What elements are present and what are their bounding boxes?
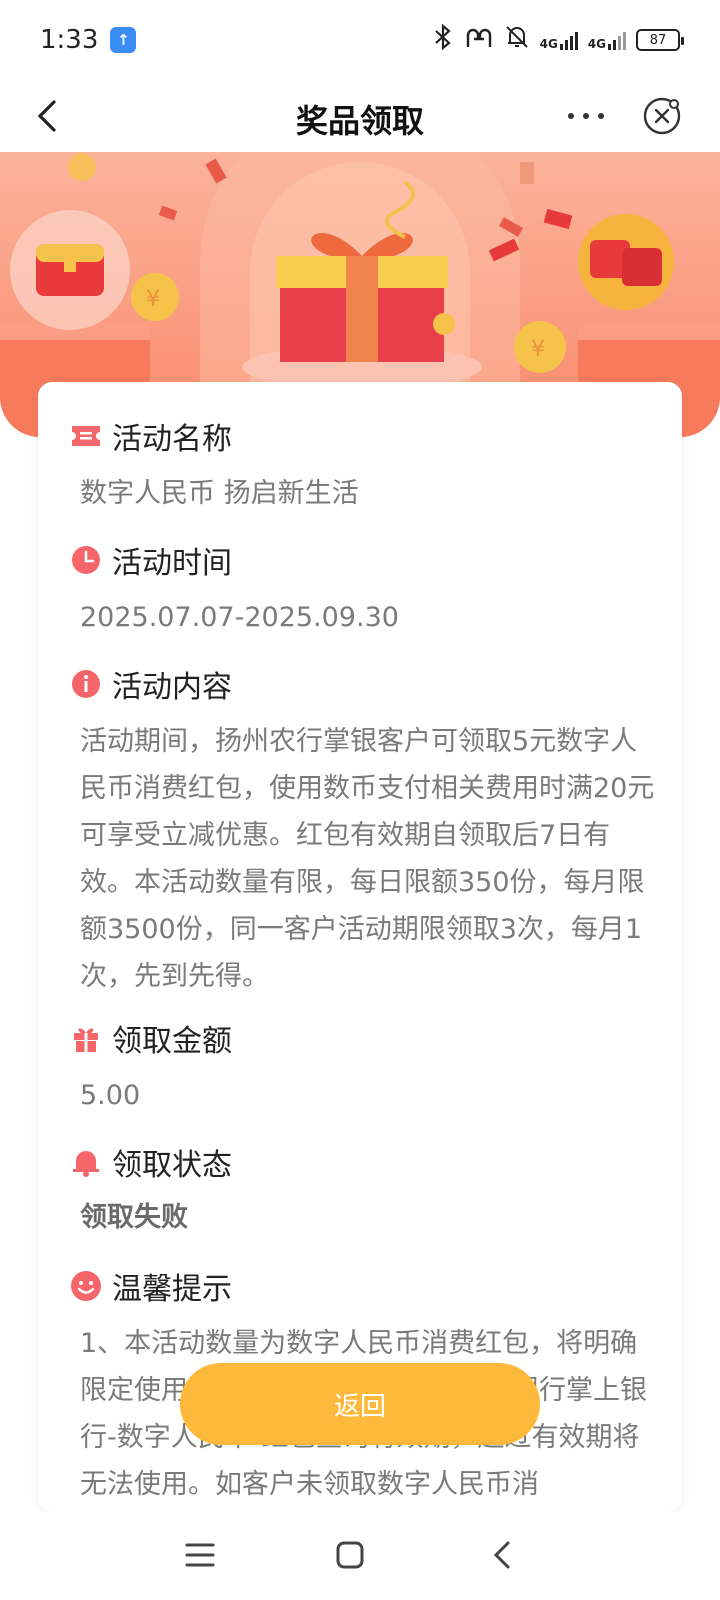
section-title: 领取金额 xyxy=(112,1024,232,1059)
earbuds-icon xyxy=(464,25,494,55)
status-icons: 4G 4G 87 xyxy=(432,23,684,56)
section-tips: 温馨提示 xyxy=(70,1264,232,1308)
clock-icon xyxy=(70,544,102,576)
section-claim-amount: 领取金额 xyxy=(70,1016,232,1060)
network-type-1: 4G xyxy=(539,37,558,51)
section-title: 温馨提示 xyxy=(112,1272,232,1307)
section-title: 活动时间 xyxy=(112,546,232,581)
activity-time-value: 2025.07.07-2025.09.30 xyxy=(80,602,399,633)
activity-name-value: 数字人民币 扬启新生活 xyxy=(80,478,359,509)
status-time: 1:33 xyxy=(40,25,99,55)
more-options-icon[interactable] xyxy=(556,94,616,138)
home-icon[interactable] xyxy=(325,1530,375,1580)
gift-icon xyxy=(70,1022,102,1054)
battery-icon: 87 xyxy=(636,29,684,51)
bell-icon xyxy=(70,1146,102,1178)
section-title: 活动内容 xyxy=(112,670,232,705)
nav-bar: 奖品领取 xyxy=(0,80,720,152)
status-bar: 1:33 ↑ 4G 4G 87 xyxy=(0,0,720,80)
section-activity-name: 活动名称 xyxy=(70,414,232,458)
section-activity-content: 活动内容 xyxy=(70,662,232,706)
close-miniapp-icon[interactable] xyxy=(642,96,682,136)
bluetooth-icon xyxy=(432,23,454,56)
section-activity-time: 活动时间 xyxy=(70,538,232,582)
return-button[interactable]: 返回 xyxy=(180,1363,540,1445)
network-type-2: 4G xyxy=(587,37,606,51)
bell-muted-icon xyxy=(504,24,530,56)
smile-icon xyxy=(70,1270,102,1302)
signal-1-icon xyxy=(559,30,578,50)
svg-text:¥: ¥ xyxy=(531,337,545,362)
section-claim-status: 领取状态 xyxy=(70,1140,232,1184)
claim-status-value: 领取失败 xyxy=(80,1202,188,1233)
section-title: 活动名称 xyxy=(112,422,232,457)
prize-detail-card: 活动名称 数字人民币 扬启新生活 活动时间 2025.07.07-2025.09… xyxy=(38,382,682,1512)
svg-text:¥: ¥ xyxy=(146,287,160,312)
system-back-icon[interactable] xyxy=(478,1530,528,1580)
app-notification-icon: ↑ xyxy=(110,27,137,53)
menu-icon[interactable] xyxy=(175,1530,225,1580)
info-icon xyxy=(70,668,102,700)
section-title: 领取状态 xyxy=(112,1148,232,1183)
signal-2-icon xyxy=(608,30,626,50)
claim-amount-value: 5.00 xyxy=(80,1080,141,1111)
activity-content-value: 活动期间，扬州农行掌银客户可领取5元数字人民币消费红包，使用数币支付相关费用时满… xyxy=(80,726,655,992)
system-nav-bar xyxy=(0,1512,720,1600)
ticket-icon xyxy=(70,420,102,452)
